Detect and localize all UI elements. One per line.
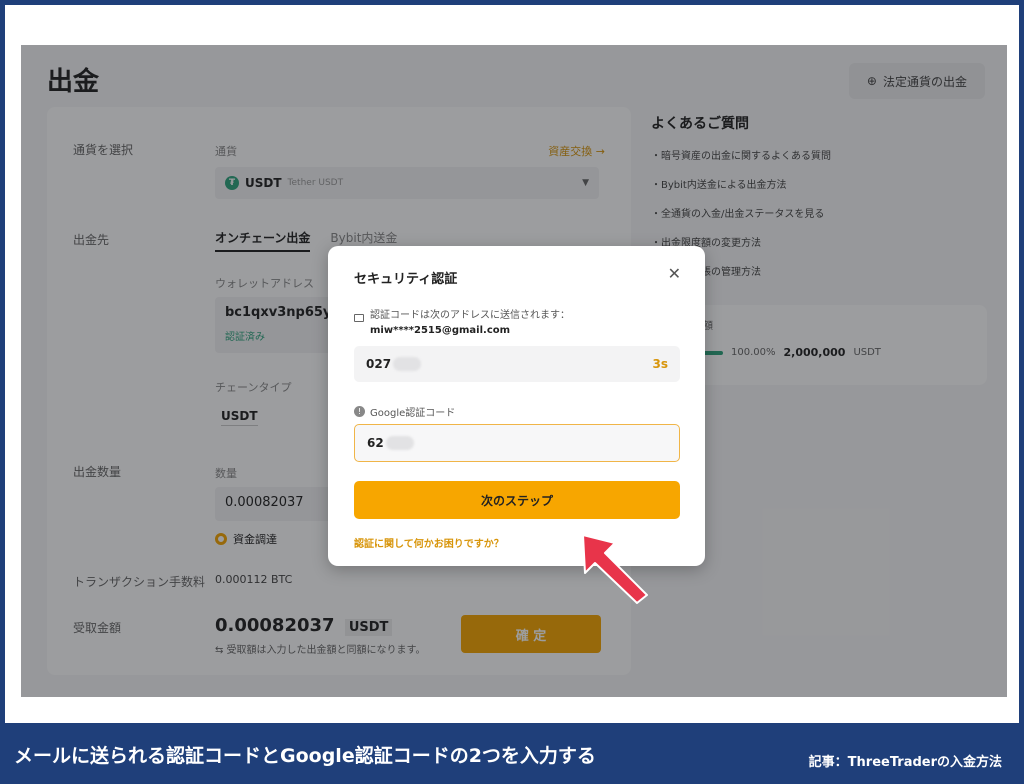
pointer-arrow-annotation xyxy=(582,534,648,604)
caption-bar: メールに送られる認証コードとGoogle認証コードの2つを入力する 記事：Thr… xyxy=(0,723,1024,784)
screenshot-frame: 出金 ⊕ 法定通貨の出金 通貨を選択 通貨 資産交換 → ₮ USDT Teth… xyxy=(5,5,1019,723)
close-icon[interactable]: ✕ xyxy=(668,264,681,283)
redaction-blur xyxy=(385,436,414,450)
google-auth-label-text: Google認証コード xyxy=(370,408,456,419)
google-code-input[interactable]: 62 xyxy=(354,424,680,462)
redaction-blur xyxy=(393,357,422,372)
modal-title: セキュリティ認証 xyxy=(354,272,458,287)
info-icon: ! xyxy=(354,406,365,417)
email-code-input[interactable]: 027 3s xyxy=(354,346,680,382)
email-code-value-wrap: 027 xyxy=(366,356,422,372)
email-info: 認証コードは次のアドレスに送信されます： miw****2515@gmail.c… xyxy=(354,308,680,338)
caption-main: メールに送られる認証コードとGoogle認証コードの2つを入力する xyxy=(14,745,596,767)
email-info-text: 認証コードは次のアドレスに送信されます： miw****2515@gmail.c… xyxy=(370,308,680,338)
envelope-icon xyxy=(354,314,364,322)
app-screenshot: 出金 ⊕ 法定通貨の出金 通貨を選択 通貨 資産交換 → ₮ USDT Teth… xyxy=(21,45,1007,697)
email-code-value: 027 xyxy=(366,356,392,371)
google-auth-label: ! Google認証コード xyxy=(354,404,455,419)
email-info-prefix: 認証コードは次のアドレスに送信されます： xyxy=(370,310,570,321)
email-address: miw****2515@gmail.com xyxy=(370,325,511,336)
verification-help-link[interactable]: 認証に関して何かお困りですか？ xyxy=(354,535,504,550)
next-step-button[interactable]: 次のステップ xyxy=(354,481,680,519)
caption-sub: 記事：ThreeTraderの入金方法 xyxy=(808,755,1002,770)
resend-timer: 3s xyxy=(652,357,669,371)
security-verification-modal: セキュリティ認証 ✕ 認証コードは次のアドレスに送信されます： miw****2… xyxy=(328,246,705,566)
google-code-value: 62 xyxy=(367,436,384,450)
